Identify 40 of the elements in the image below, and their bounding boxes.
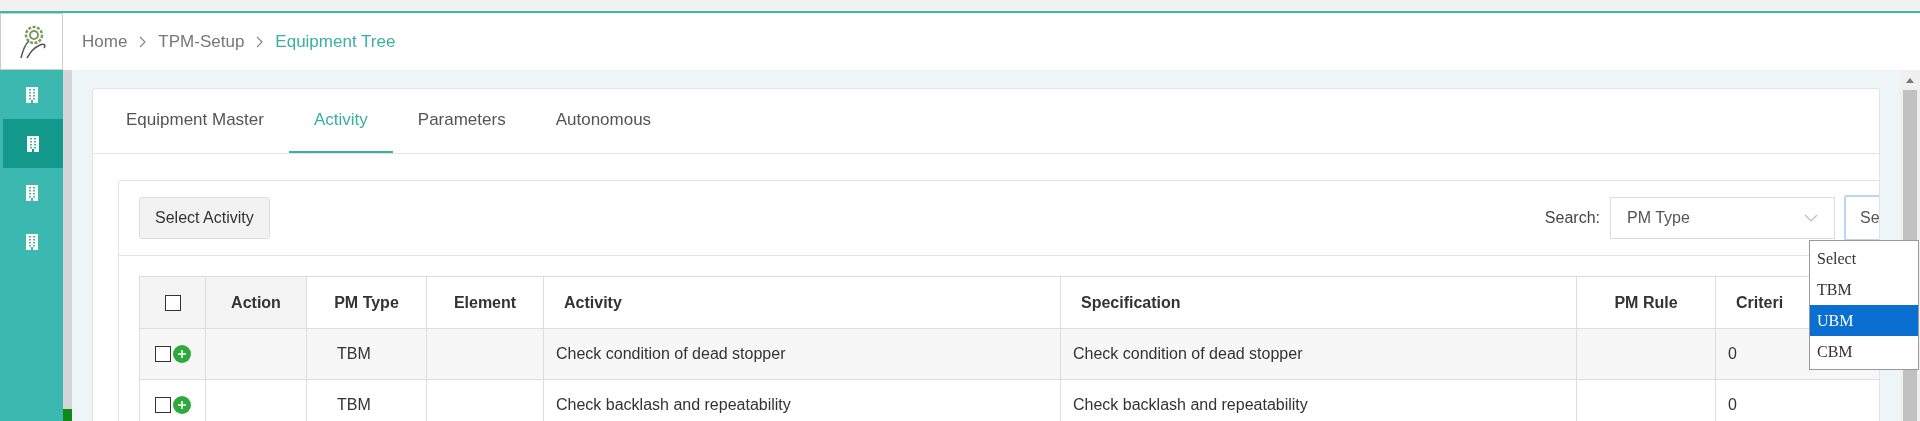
column-header: Specification <box>1061 277 1577 328</box>
search-label: Search: <box>1544 208 1600 228</box>
table-cell-text: TBM <box>337 395 371 415</box>
breadcrumb-link[interactable]: TPM-Setup <box>158 28 245 55</box>
tab[interactable]: Equipment Master <box>101 89 289 153</box>
breadcrumb-link[interactable]: Home <box>82 28 128 55</box>
dropdown-option[interactable]: TBM <box>1810 274 1918 305</box>
table-cell-text: Check condition of dead stopper <box>1073 344 1303 364</box>
tab[interactable]: Autonomous <box>530 89 677 153</box>
chevron-right-icon <box>139 35 147 48</box>
chevron-down-icon <box>1804 214 1818 222</box>
column-header: Activity <box>544 277 1061 328</box>
status-indicator <box>63 409 72 421</box>
building-icon <box>24 183 39 202</box>
pm-type-select[interactable]: PM Type <box>1610 197 1835 239</box>
table-cell-text: Check condition of dead stopper <box>556 344 786 364</box>
dropdown-option[interactable]: CBM <box>1810 336 1918 367</box>
column-header: PM Rule <box>1577 277 1716 328</box>
table-cell-text: Check backlash and repeatability <box>1073 395 1308 415</box>
table-cell-text: Check backlash and repeatability <box>556 395 791 415</box>
dropdown-option[interactable]: UBM <box>1810 305 1918 336</box>
column-header: PM Type <box>307 277 427 328</box>
column-header: Action <box>206 277 307 328</box>
dropdown-option[interactable]: Select <box>1810 243 1918 274</box>
checkbox[interactable] <box>164 294 181 311</box>
chevron-right-icon <box>256 35 264 48</box>
table-cell-text: 0 <box>1728 395 1737 415</box>
table-cell-text: TBM <box>337 344 371 364</box>
sidebar-item[interactable] <box>3 119 63 168</box>
scroll-up-icon[interactable] <box>1905 76 1915 84</box>
logo-tile[interactable] <box>0 13 63 70</box>
table-cell-text: 0 <box>1728 344 1737 364</box>
building-icon <box>24 85 39 104</box>
checkbox[interactable] <box>154 346 171 362</box>
checkbox[interactable] <box>154 397 171 413</box>
select-activity-button[interactable]: Select Activity <box>139 197 270 239</box>
column-header: Element <box>427 277 544 328</box>
building-icon <box>26 134 40 153</box>
tab[interactable]: Parameters <box>392 89 531 153</box>
building-icon <box>24 232 39 251</box>
